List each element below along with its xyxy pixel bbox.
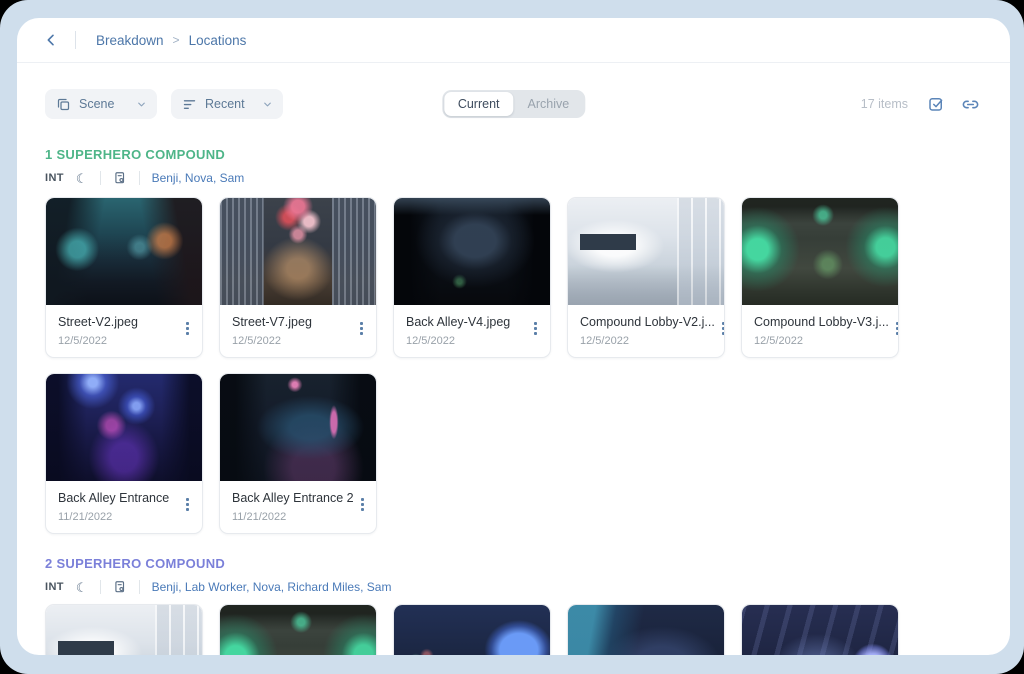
- location-thumbnail: [394, 198, 550, 305]
- location-thumbnail: [220, 198, 376, 305]
- section-title: 1 SUPERHERO COMPOUND: [45, 147, 982, 162]
- location-thumbnail: [394, 605, 550, 655]
- back-button[interactable]: [39, 28, 63, 52]
- file-date: 11/21/2022: [58, 511, 169, 523]
- location-thumbnail: [46, 605, 202, 655]
- card-menu-button[interactable]: [354, 493, 371, 516]
- location-card[interactable]: Back Alley-V4.jpeg 12/5/2022: [393, 197, 551, 358]
- link-icon: [961, 95, 980, 114]
- breadcrumb-breakdown[interactable]: Breakdown: [96, 33, 164, 48]
- breadcrumb-locations[interactable]: Locations: [189, 33, 247, 48]
- int-ext-label: INT: [45, 581, 64, 593]
- breadcrumb: Breakdown > Locations: [96, 33, 246, 48]
- location-card[interactable]: Street-V2.jpeg 12/5/2022: [45, 197, 203, 358]
- chevron-down-icon: [136, 99, 147, 110]
- location-thumbnail: [46, 374, 202, 481]
- file-name: Back Alley-V4.jpeg: [406, 315, 510, 329]
- scene-section-1: 1 SUPERHERO COMPOUND INT ☾ Benji, Nova, …: [45, 147, 982, 534]
- cast-list[interactable]: Benji, Nova, Sam: [152, 171, 245, 185]
- location-card[interactable]: Compound Lobby-V2.j... 12/5/2022: [567, 197, 725, 358]
- section-meta: INT ☾ Benji, Lab Worker, Nova, Richard M…: [45, 580, 982, 594]
- location-card[interactable]: Back Alley Entrance 2 11/21/2022: [219, 373, 377, 534]
- file-date: 12/5/2022: [232, 335, 312, 347]
- link-button[interactable]: [958, 92, 982, 116]
- int-ext-label: INT: [45, 172, 64, 184]
- header: Breakdown > Locations: [17, 18, 1010, 63]
- card-menu-button[interactable]: [889, 317, 899, 340]
- toolbar: Scene Recent Current Archive 17 items: [45, 89, 982, 119]
- scene-filter-label: Scene: [79, 97, 136, 111]
- file-date: 12/5/2022: [754, 335, 889, 347]
- meta-divider: [139, 171, 140, 185]
- section-meta: INT ☾ Benji, Nova, Sam: [45, 171, 982, 185]
- location-thumbnail: [742, 605, 898, 655]
- checkbox-check-icon: [927, 95, 945, 113]
- moon-icon: ☾: [76, 581, 88, 594]
- meta-divider: [100, 580, 101, 594]
- location-thumbnail: [220, 605, 376, 655]
- script-icon[interactable]: [113, 580, 127, 594]
- script-icon[interactable]: [113, 171, 127, 185]
- location-card[interactable]: [741, 604, 899, 655]
- file-name: Street-V7.jpeg: [232, 315, 312, 329]
- app-background: Breakdown > Locations Scene Recent: [0, 0, 1024, 674]
- location-thumbnail: [46, 198, 202, 305]
- location-card[interactable]: Compound Lobby-V3.j... 12/5/2022: [741, 197, 899, 358]
- breadcrumb-separator: >: [173, 33, 180, 47]
- current-archive-toggle: Current Archive: [442, 90, 585, 118]
- file-date: 11/21/2022: [232, 511, 354, 523]
- scene-filter-dropdown[interactable]: Scene: [45, 89, 157, 119]
- location-card[interactable]: [219, 604, 377, 655]
- chevron-left-icon: [43, 32, 59, 48]
- moon-icon: ☾: [76, 172, 88, 185]
- file-date: 12/5/2022: [58, 335, 138, 347]
- location-thumbnail: [742, 198, 898, 305]
- location-card[interactable]: [393, 604, 551, 655]
- sort-dropdown[interactable]: Recent: [171, 89, 283, 119]
- chevron-down-icon: [262, 99, 273, 110]
- location-thumbnail: [220, 374, 376, 481]
- file-name: Compound Lobby-V3.j...: [754, 315, 889, 329]
- file-name: Back Alley Entrance: [58, 491, 169, 505]
- section-title: 2 SUPERHERO COMPOUND: [45, 556, 982, 571]
- card-menu-button[interactable]: [353, 317, 370, 340]
- tab-archive[interactable]: Archive: [514, 92, 584, 116]
- sort-icon: [182, 97, 197, 112]
- file-date: 12/5/2022: [580, 335, 715, 347]
- location-card[interactable]: [45, 604, 203, 655]
- select-items-button[interactable]: [924, 92, 948, 116]
- location-thumbnail: [568, 198, 724, 305]
- location-card[interactable]: Street-V7.jpeg 12/5/2022: [219, 197, 377, 358]
- location-card[interactable]: Back Alley Entrance 11/21/2022: [45, 373, 203, 534]
- scene-section-2: 2 SUPERHERO COMPOUND INT ☾ Benji, Lab Wo…: [45, 556, 982, 655]
- file-name: Back Alley Entrance 2: [232, 491, 354, 505]
- card-menu-button[interactable]: [527, 317, 544, 340]
- items-count: 17 items: [861, 97, 908, 111]
- location-card[interactable]: [567, 604, 725, 655]
- card-grid: Street-V2.jpeg 12/5/2022 Street-V7.jpeg …: [45, 197, 982, 534]
- toolbar-right: 17 items: [861, 92, 982, 116]
- file-name: Street-V2.jpeg: [58, 315, 138, 329]
- scenes-icon: [56, 97, 71, 112]
- file-date: 12/5/2022: [406, 335, 510, 347]
- card-grid: [45, 604, 982, 655]
- card-menu-button[interactable]: [715, 317, 725, 340]
- meta-divider: [139, 580, 140, 594]
- location-thumbnail: [568, 605, 724, 655]
- sort-label: Recent: [205, 97, 262, 111]
- cast-list[interactable]: Benji, Lab Worker, Nova, Richard Miles, …: [152, 580, 392, 594]
- main-window: Breakdown > Locations Scene Recent: [17, 18, 1010, 655]
- file-name: Compound Lobby-V2.j...: [580, 315, 715, 329]
- meta-divider: [100, 171, 101, 185]
- card-menu-button[interactable]: [179, 493, 196, 516]
- card-menu-button[interactable]: [179, 317, 196, 340]
- header-divider: [75, 31, 76, 49]
- tab-current[interactable]: Current: [444, 92, 514, 116]
